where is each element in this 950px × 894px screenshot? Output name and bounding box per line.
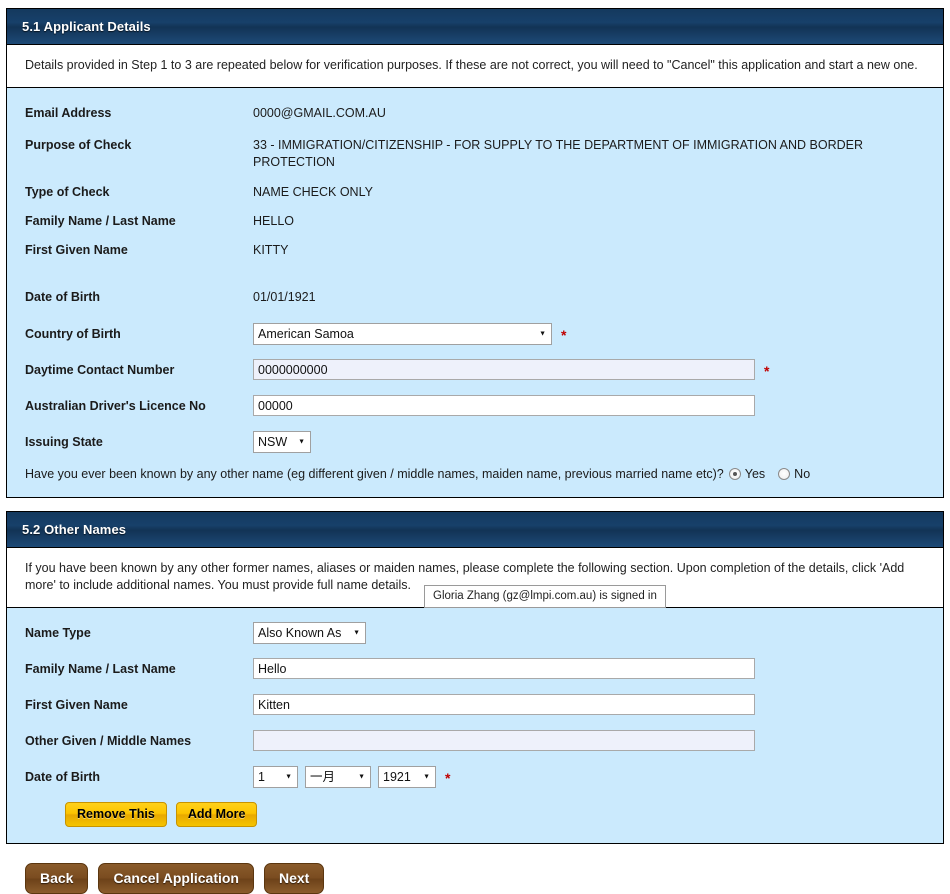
dob-year-select[interactable]: 1921 [378,766,436,788]
name-type-select-wrap: Also Known As [253,622,366,644]
field-value: KITTY [253,243,289,257]
cancel-application-button[interactable]: Cancel Application [98,863,254,894]
radio-label-yes: Yes [744,467,766,481]
field-daytime-contact-number: Daytime Contact Number * [25,359,925,381]
field-label: Australian Driver's Licence No [25,399,206,413]
field-label: Email Address [25,106,112,120]
other-middle-names-input[interactable] [253,730,755,751]
required-asterisk: * [561,327,567,343]
field-issuing-state: Issuing State NSW [25,431,925,453]
field-purpose-of-check: Purpose of Check 33 - IMMIGRATION/CITIZE… [25,134,925,171]
other-family-name-input[interactable] [253,658,755,679]
daytime-contact-input[interactable] [253,359,755,380]
radio-other-name-no[interactable] [778,468,791,480]
country-of-birth-select-wrap: American Samoa [253,323,552,345]
issuing-state-select[interactable]: NSW [253,431,311,453]
required-asterisk: * [764,362,770,379]
field-country-of-birth: Country of Birth American Samoa * [25,323,925,345]
field-label: Other Given / Middle Names [25,734,192,748]
back-button[interactable]: Back [25,863,89,894]
applicant-details-body: Email Address 0000@GMAIL.COM.AU Purpose … [7,88,943,497]
field-label: Date of Birth [25,290,100,304]
section-header-other-names: 5.2 Other Names [7,512,943,548]
section-applicant-details: 5.1 Applicant Details Details provided i… [6,8,944,498]
name-type-select[interactable]: Also Known As [253,622,366,644]
field-other-middle-names: Other Given / Middle Names [25,730,925,752]
section-intro-text: Details provided in Step 1 to 3 are repe… [7,45,943,88]
other-names-body: Name Type Also Known As Family Name / La… [7,608,943,843]
field-label: Name Type [25,626,91,640]
field-label: Purpose of Check [25,138,132,152]
field-label: First Given Name [25,243,128,257]
other-names-button-row: Remove This Add More [25,802,925,827]
other-first-given-name-input[interactable] [253,694,755,715]
other-name-question-row: Have you ever been known by any other na… [25,467,925,481]
signed-in-tooltip: Gloria Zhang (gz@lmpi.com.au) is signed … [424,585,666,608]
dob-day-select[interactable]: 1 [253,766,298,788]
next-button[interactable]: Next [263,863,325,894]
required-asterisk: * [445,770,451,786]
radio-label-no: No [794,467,811,481]
field-date-of-birth: Date of Birth 01/01/1921 [25,286,925,308]
other-name-question-text: Have you ever been known by any other na… [25,467,724,481]
dob-month-select-wrap: 一月 [305,766,371,788]
field-label: Date of Birth [25,770,100,784]
field-label: Type of Check [25,185,110,199]
field-label: Issuing State [25,435,103,449]
drivers-licence-input[interactable] [253,395,755,416]
other-family-name-control [253,658,925,679]
remove-this-button[interactable]: Remove This [65,802,167,827]
form-page: 5.1 Applicant Details Details provided i… [0,0,950,894]
dob-year-select-wrap: 1921 [378,766,436,788]
other-dob-control: 1 一月 1921 * [253,766,925,788]
field-other-date-of-birth: Date of Birth 1 一月 1921 [25,766,925,788]
name-type-control: Also Known As [253,622,925,644]
daytime-contact-control: * [253,359,925,380]
field-name-type: Name Type Also Known As [25,622,925,644]
other-first-given-name-control [253,694,925,715]
field-value: HELLO [253,214,294,228]
section-other-names: 5.2 Other Names If you have been known b… [6,511,944,844]
field-drivers-licence-no: Australian Driver's Licence No [25,395,925,417]
field-other-first-given-name: First Given Name [25,694,925,716]
field-value: 01/01/1921 [253,290,316,304]
issuing-state-select-wrap: NSW [253,431,311,453]
country-of-birth-control: American Samoa * [253,323,925,345]
field-value: NAME CHECK ONLY [253,185,373,199]
other-middle-names-control [253,730,925,751]
field-value: 0000@GMAIL.COM.AU [253,106,386,120]
section-title: 5.2 Other Names [22,522,127,537]
licence-no-control [253,395,925,416]
field-label: Family Name / Last Name [25,214,176,228]
issuing-state-control: NSW [253,431,925,453]
footer-button-row: Back Cancel Application Next [6,857,944,894]
field-email-address: Email Address 0000@GMAIL.COM.AU [25,102,925,124]
field-type-of-check: Type of Check NAME CHECK ONLY [25,181,925,203]
dob-month-select[interactable]: 一月 [305,766,371,788]
field-label: First Given Name [25,698,128,712]
field-first-given-name: First Given Name KITTY [25,239,925,261]
field-value: 33 - IMMIGRATION/CITIZENSHIP - FOR SUPPL… [253,138,864,169]
field-label: Family Name / Last Name [25,662,176,676]
field-label: Daytime Contact Number [25,363,175,377]
dob-day-select-wrap: 1 [253,766,298,788]
section-header-applicant-details: 5.1 Applicant Details [7,9,943,45]
section-title: 5.1 Applicant Details [22,19,151,34]
field-other-family-name: Family Name / Last Name [25,658,925,680]
field-family-name: Family Name / Last Name HELLO [25,210,925,232]
field-label: Country of Birth [25,327,121,341]
radio-other-name-yes[interactable] [728,468,741,480]
add-more-button[interactable]: Add More [175,802,258,827]
country-of-birth-select[interactable]: American Samoa [253,323,552,345]
